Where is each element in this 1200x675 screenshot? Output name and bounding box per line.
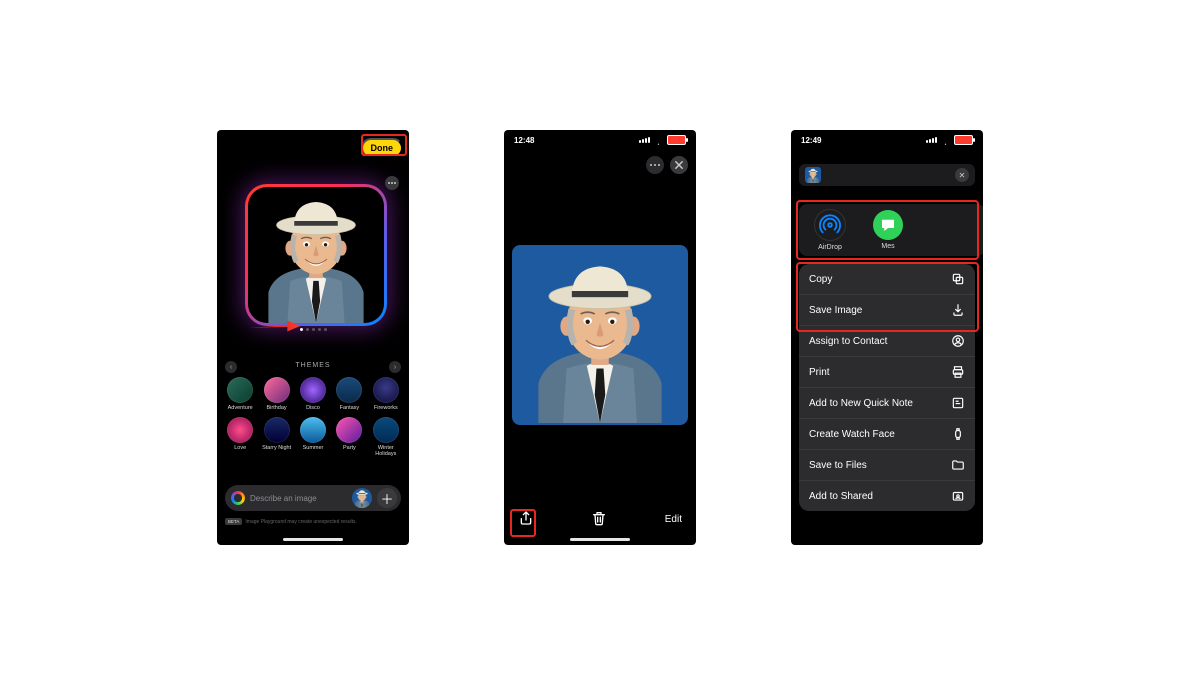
- page-dots: [217, 328, 409, 331]
- shared-icon: [951, 489, 965, 503]
- battery-icon: 14: [667, 135, 686, 145]
- theme-label: Adventure: [228, 405, 253, 411]
- theme-fireworks[interactable]: Fireworks: [369, 377, 403, 411]
- wifi-icon: [940, 135, 951, 146]
- theme-label: Summer: [303, 445, 324, 451]
- theme-fantasy[interactable]: Fantasy: [332, 377, 366, 411]
- themes-heading: THEMES: [217, 362, 409, 369]
- generated-avatar: [248, 187, 384, 323]
- theme-label: Party: [343, 445, 356, 451]
- fineprint: BETA Image Playground may create unexpec…: [225, 518, 401, 525]
- theme-label: Fantasy: [340, 405, 360, 411]
- action-note[interactable]: Add to New Quick Note: [799, 388, 975, 419]
- contact-icon: [951, 334, 965, 348]
- image-preview[interactable]: [512, 245, 688, 425]
- print-icon: [951, 365, 965, 379]
- watch-icon: [951, 427, 965, 441]
- theme-winter-holidays[interactable]: Winter Holidays: [369, 417, 403, 457]
- signal-icon: [639, 137, 650, 143]
- status-time: 12:48: [514, 136, 534, 145]
- action-print[interactable]: Print: [799, 357, 975, 388]
- theme-label: Fireworks: [374, 405, 398, 411]
- action-label: Assign to Contact: [809, 336, 887, 347]
- action-files[interactable]: Save to Files: [799, 450, 975, 481]
- theme-label: Disco: [306, 405, 320, 411]
- phone-3: 12:49 14 ✕ AirDropMes CopySave ImageAssi…: [791, 130, 983, 545]
- action-label: Add to New Quick Note: [809, 398, 913, 409]
- note-icon: [951, 396, 965, 410]
- share-sheet-header: ✕: [799, 164, 975, 186]
- siri-icon: [231, 491, 245, 505]
- action-watch[interactable]: Create Watch Face: [799, 419, 975, 450]
- statusbar: 12:48 14: [504, 130, 696, 150]
- theme-birthday[interactable]: Birthday: [260, 377, 294, 411]
- theme-disco[interactable]: Disco: [296, 377, 330, 411]
- screenshots-row: Done ‹ THEMES › AdventureBirthdayDiscoFa…: [0, 130, 1200, 545]
- theme-starry-night[interactable]: Starry Night: [260, 417, 294, 457]
- more-button[interactable]: [385, 176, 399, 190]
- add-button[interactable]: ＋: [377, 488, 397, 508]
- highlight-share-row: [796, 200, 979, 260]
- reference-avatar[interactable]: [352, 488, 372, 508]
- status-time: 12:49: [801, 136, 821, 145]
- edit-button[interactable]: Edit: [665, 514, 682, 525]
- statusbar: 12:49 14: [791, 130, 983, 150]
- themes-next-button[interactable]: ›: [389, 361, 401, 373]
- action-label: Add to Shared: [809, 491, 873, 502]
- action-label: Save to Files: [809, 460, 867, 471]
- prompt-input[interactable]: Describe an image: [250, 494, 347, 503]
- generated-image-frame: [245, 184, 387, 326]
- action-label: Create Watch Face: [809, 429, 895, 440]
- theme-label: Starry Night: [262, 445, 291, 451]
- theme-love[interactable]: Love: [223, 417, 257, 457]
- theme-label: Birthday: [267, 405, 287, 411]
- highlight-share: [510, 509, 536, 537]
- theme-adventure[interactable]: Adventure: [223, 377, 257, 411]
- home-indicator[interactable]: [283, 538, 343, 541]
- theme-party[interactable]: Party: [332, 417, 366, 457]
- themes-grid: Adventure Birthday Disco Fantasy Fireworks Lo…: [223, 377, 403, 457]
- close-button[interactable]: ✕: [955, 168, 969, 182]
- phone-1: Done ‹ THEMES › AdventureBirthdayDiscoFa…: [217, 130, 409, 545]
- highlight-done: [361, 134, 407, 156]
- action-label: Print: [809, 367, 830, 378]
- theme-label: Winter Holidays: [375, 445, 396, 457]
- prompt-input-row: Describe an image ＋: [225, 485, 401, 511]
- home-indicator[interactable]: [570, 538, 630, 541]
- delete-button[interactable]: [591, 510, 607, 528]
- files-icon: [951, 458, 965, 472]
- signal-icon: [926, 137, 937, 143]
- more-button[interactable]: [646, 156, 664, 174]
- beta-badge: BETA: [225, 518, 242, 525]
- share-thumbnail: [805, 167, 821, 183]
- action-shared[interactable]: Add to Shared: [799, 481, 975, 511]
- close-button[interactable]: [670, 156, 688, 174]
- phone-2: 12:48 14 Edit: [504, 130, 696, 545]
- annotation-arrow: [247, 319, 302, 333]
- battery-icon: 14: [954, 135, 973, 145]
- highlight-actions: [796, 262, 979, 332]
- theme-label: Love: [234, 445, 246, 451]
- theme-summer[interactable]: Summer: [296, 417, 330, 457]
- wifi-icon: [653, 135, 664, 146]
